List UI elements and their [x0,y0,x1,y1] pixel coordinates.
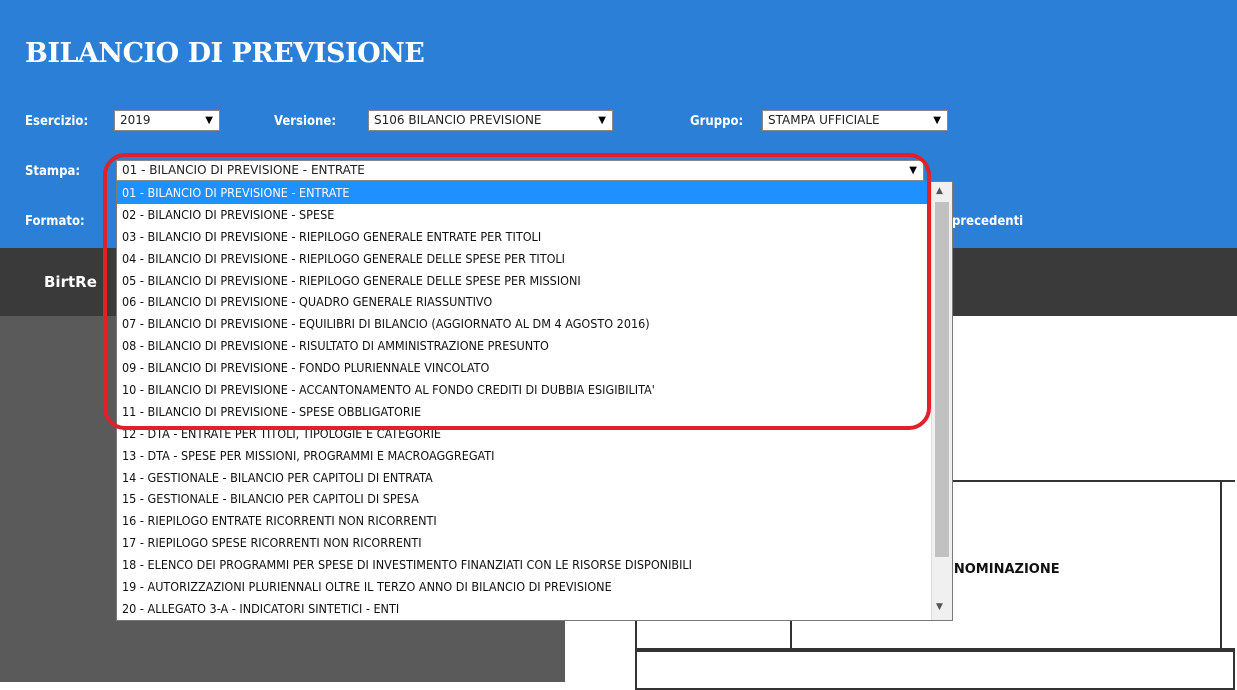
dropdown-option[interactable]: 14 - GESTIONALE - BILANCIO PER CAPITOLI … [117,467,931,489]
esercizio-value: 2019 [120,113,151,127]
versione-select[interactable]: S106 BILANCIO PREVISIONE ▼ [368,110,613,131]
dropdown-option[interactable]: 03 - BILANCIO DI PREVISIONE - RIEPILOGO … [117,226,931,248]
dropdown-option[interactable]: 07 - BILANCIO DI PREVISIONE - EQUILIBRI … [117,313,931,335]
chevron-down-icon: ▼ [205,115,213,126]
dropdown-option[interactable]: 01 - BILANCIO DI PREVISIONE - ENTRATE [117,182,931,204]
scroll-down-icon[interactable]: ▼ [936,602,943,612]
dropdown-option[interactable]: 18 - ELENCO DEI PROGRAMMI PER SPESE DI I… [117,554,931,576]
report-table-row [635,650,1235,690]
dropdown-option[interactable]: 04 - BILANCIO DI PREVISIONE - RIEPILOGO … [117,248,931,270]
gruppo-label: Gruppo: [690,114,744,129]
formato-label: Formato: [25,214,85,229]
denominazione-header: ENOMINAZIONE [945,562,1060,577]
scroll-up-icon[interactable]: ▲ [936,186,943,196]
page-title: BILANCIO DI PREVISIONE [25,38,425,69]
birt-report-title: BirtRe [44,273,97,291]
versione-label: Versione: [274,114,336,129]
chevron-down-icon: ▼ [598,115,606,126]
dropdown-option[interactable]: 09 - BILANCIO DI PREVISIONE - FONDO PLUR… [117,357,931,379]
dropdown-option[interactable]: 08 - BILANCIO DI PREVISIONE - RISULTATO … [117,335,931,357]
gruppo-value: STAMPA UFFICIALE [768,113,880,127]
esercizio-select[interactable]: 2019 ▼ [114,110,220,131]
dropdown-option[interactable]: 10 - BILANCIO DI PREVISIONE - ACCANTONAM… [117,379,931,401]
dropdown-option[interactable]: 12 - DTA - ENTRATE PER TITOLI, TIPOLOGIE… [117,423,931,445]
dropdown-option[interactable]: 19 - AUTORIZZAZIONI PLURIENNALI OLTRE IL… [117,576,931,598]
dropdown-option[interactable]: 06 - BILANCIO DI PREVISIONE - QUADRO GEN… [117,291,931,313]
stampa-label: Stampa: [25,164,81,179]
table-divider [1220,482,1222,650]
stampa-select[interactable]: 01 - BILANCIO DI PREVISIONE - ENTRATE ▼ [116,160,924,181]
stampa-dropdown-list[interactable]: 01 - BILANCIO DI PREVISIONE - ENTRATE 02 … [116,181,953,621]
dropdown-option[interactable]: 11 - BILANCIO DI PREVISIONE - SPESE OBBL… [117,401,931,423]
dropdown-option[interactable]: 16 - RIEPILOGO ENTRATE RICORRENTI NON RI… [117,510,931,532]
versione-value: S106 BILANCIO PREVISIONE [374,113,542,127]
stampa-value: 01 - BILANCIO DI PREVISIONE - ENTRATE [122,163,365,177]
esercizio-label: Esercizio: [25,114,89,129]
chevron-down-icon: ▼ [933,115,941,126]
dropdown-option[interactable]: 02 - BILANCIO DI PREVISIONE - SPESE [117,204,931,226]
dropdown-option[interactable]: 15 - GESTIONALE - BILANCIO PER CAPITOLI … [117,488,931,510]
gruppo-select[interactable]: STAMPA UFFICIALE ▼ [762,110,948,131]
dropdown-option[interactable]: 20 - ALLEGATO 3-A - INDICATORI SINTETICI… [117,598,931,620]
precedenti-label: precedenti [952,214,1024,229]
chevron-down-icon: ▼ [909,165,917,176]
dropdown-option[interactable]: 05 - BILANCIO DI PREVISIONE - RIEPILOGO … [117,270,931,292]
dropdown-option[interactable]: 13 - DTA - SPESE PER MISSIONI, PROGRAMMI… [117,445,931,467]
dropdown-options: 01 - BILANCIO DI PREVISIONE - ENTRATE 02 … [117,182,931,620]
scrollbar-thumb[interactable] [935,202,949,557]
dropdown-option[interactable]: 17 - RIEPILOGO SPESE RICORRENTI NON RICO… [117,532,931,554]
dropdown-scrollbar[interactable]: ▲ ▼ [931,182,952,620]
